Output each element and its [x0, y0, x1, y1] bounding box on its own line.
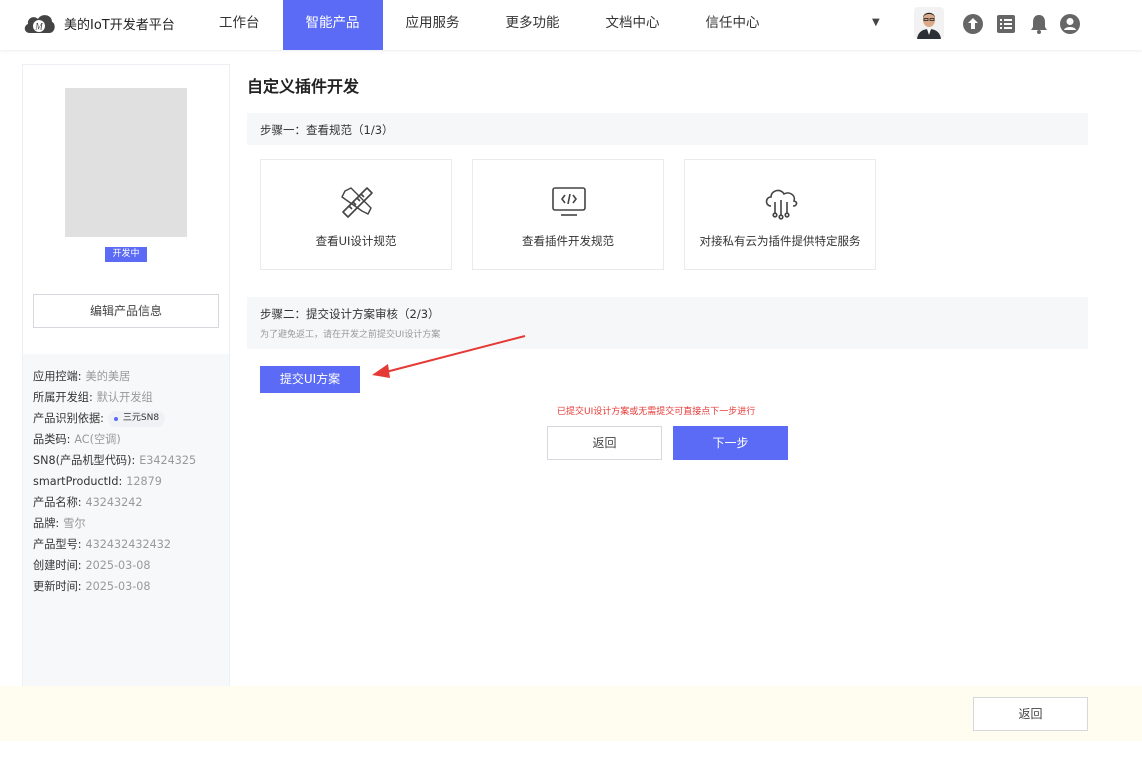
nav-item-app-services[interactable]: 应用服务 [383, 0, 483, 50]
submit-ui-plan-button[interactable]: 提交UI方案 [260, 366, 360, 393]
info-row-identification: 产品识别依据: 三元SN8 [33, 408, 223, 429]
svg-text:M: M [34, 22, 43, 32]
step2-title: 步骤二：提交设计方案审核（2/3） [260, 307, 440, 321]
bell-icon[interactable] [1028, 13, 1050, 35]
nav-item-trust-center[interactable]: 信任中心 [683, 0, 783, 50]
user-icon[interactable] [1059, 13, 1081, 35]
ruler-pencil-icon [341, 187, 373, 218]
plugin-dev-spec-label: 查看插件开发规范 [522, 234, 614, 248]
product-image-placeholder [65, 88, 187, 237]
brand-name: 美的IoT开发者平台 [64, 17, 175, 33]
info-row-model: 产品型号: 432432432432 [33, 538, 171, 551]
nav-item-more-features[interactable]: 更多功能 [483, 0, 583, 50]
info-row-updated: 更新时间: 2025-03-08 [33, 580, 151, 593]
plugin-dev-spec-card[interactable]: 查看插件开发规范 [472, 159, 664, 270]
cloud-logo-icon: M [24, 15, 55, 33]
product-info-list: 应用控端: 美的美居 所属开发组: 默认开发组 产品识别依据: 三元SN8 品类码:… [33, 366, 223, 597]
avatar[interactable] [914, 7, 944, 39]
private-cloud-card[interactable]: 对接私有云为插件提供特定服务 [684, 159, 876, 270]
product-sidebar: 开发中 编辑产品信息 应用控端: 美的美居 所属开发组: 默认开发组 产品识别依据:… [22, 64, 230, 686]
annotation-arrow-icon [372, 335, 526, 378]
info-row-sn8: SN8(产品机型代码): E3424325 [33, 454, 197, 467]
main-nav: 工作台 智能产品 应用服务 更多功能 文档中心 信任中心 [196, 0, 783, 50]
cloud-network-icon [765, 189, 798, 220]
back-button[interactable]: 返回 [547, 426, 662, 460]
info-row-category-code: 品类码: AC(空调) [33, 433, 121, 446]
submission-hint: 已提交UI设计方案或无需提交可直接点下一步进行 [557, 407, 756, 417]
footer-back-button[interactable]: 返回 [973, 697, 1088, 731]
info-row-created: 创建时间: 2025-03-08 [33, 559, 151, 572]
sn8-tag: 三元SN8 [107, 410, 166, 427]
nav-item-smart-products[interactable]: 智能产品 [282, 0, 383, 50]
nav-item-docs-center[interactable]: 文档中心 [583, 0, 683, 50]
edit-product-info-button[interactable]: 编辑产品信息 [33, 294, 219, 328]
brand-logo[interactable]: M 美的IoT开发者平台 [22, 11, 175, 35]
info-row-smart-product-id: smartProductId: 12879 [33, 475, 162, 488]
next-step-button[interactable]: 下一步 [673, 426, 788, 460]
info-row-dev-group: 所属开发组: 默认开发组 [33, 391, 153, 404]
info-row-product-name: 产品名称: 43243242 [33, 496, 143, 509]
product-info-panel: 应用控端: 美的美居 所属开发组: 默认开发组 产品识别依据: 三元SN8 品类码:… [23, 354, 229, 686]
nav-item-workbench[interactable]: 工作台 [196, 0, 283, 50]
private-cloud-label: 对接私有云为插件提供特定服务 [699, 234, 861, 248]
upload-icon[interactable] [962, 13, 984, 35]
chevron-down-icon[interactable]: ▼ [872, 17, 880, 28]
info-row-app-control: 应用控端: 美的美居 [33, 370, 131, 383]
ui-design-spec-card[interactable]: 查看UI设计规范 [260, 159, 452, 270]
code-monitor-icon [552, 187, 586, 216]
top-navigation-bar: M 美的IoT开发者平台 工作台 智能产品 应用服务 更多功能 文档中心 信任中… [0, 0, 1142, 50]
step1-title: 步骤一：查看规范（1/3） [260, 123, 394, 137]
ui-design-spec-label: 查看UI设计规范 [315, 234, 397, 248]
footer-bar: 返回 [0, 686, 1142, 741]
step1-header: 步骤一：查看规范（1/3） [247, 113, 1088, 145]
info-row-brand: 品牌: 雪尔 [33, 517, 86, 530]
page-title: 自定义插件开发 [247, 77, 360, 96]
list-icon[interactable] [995, 13, 1017, 35]
status-badge: 开发中 [105, 247, 147, 262]
